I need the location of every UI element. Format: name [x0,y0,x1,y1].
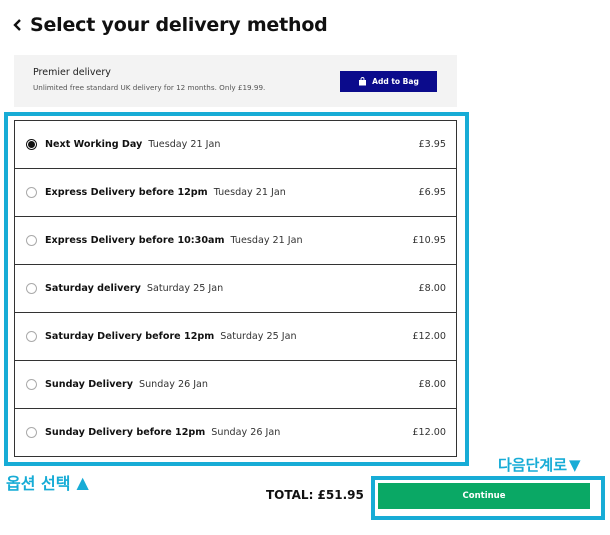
option-date: Tuesday 21 Jan [213,187,286,198]
chevron-left-icon[interactable] [10,12,24,38]
add-to-bag-button[interactable]: Add to Bag [340,71,437,92]
radio-button[interactable] [26,331,37,342]
delivery-option[interactable]: Express Delivery before 12pm Tuesday 21 J… [15,169,456,217]
option-date: Sunday 26 Jan [211,427,281,438]
option-price: £3.95 [418,139,446,150]
option-price: £8.00 [418,379,446,390]
option-price: £10.95 [412,235,446,246]
order-total: TOTAL: £51.95 [266,488,364,502]
triangle-down-icon: ▼ [569,455,581,474]
option-date: Tuesday 21 Jan [230,235,303,246]
option-price: £8.00 [418,283,446,294]
delivery-option[interactable]: Saturday Delivery before 12pm Saturday 25… [15,313,456,361]
radio-button[interactable] [26,379,37,390]
radio-button[interactable] [26,427,37,438]
option-price: £12.00 [412,331,446,342]
delivery-option[interactable]: Saturday delivery Saturday 25 Jan £8.00 [15,265,456,313]
delivery-option[interactable]: Express Delivery before 10:30am Tuesday 2… [15,217,456,265]
option-date: Sunday 26 Jan [139,379,209,390]
continue-button[interactable]: Continue [378,483,590,509]
option-name: Express Delivery before 10:30am [45,235,225,246]
select-option-text: 옵션 선택 [6,474,71,493]
option-name: Sunday Delivery before 12pm [45,427,206,438]
delivery-options-list: Next Working Day Tuesday 21 Jan £3.95 Expre… [14,120,457,457]
option-price: £12.00 [412,427,446,438]
option-date: Saturday 25 Jan [146,283,224,294]
option-name: Express Delivery before 12pm [45,187,208,198]
radio-button[interactable] [26,139,37,150]
option-name: Saturday Delivery before 12pm [45,331,215,342]
delivery-option[interactable]: Next Working Day Tuesday 21 Jan £3.95 [15,121,456,169]
option-date: Saturday 25 Jan [220,331,297,342]
delivery-option[interactable]: Sunday Delivery before 12pm Sunday 26 Jan… [15,409,456,456]
next-step-text: 다음단계로 [498,456,568,474]
option-date: Tuesday 21 Jan [148,139,221,150]
premier-delivery-banner: Premier delivery Unlimited free standard… [14,55,457,107]
add-to-bag-label: Add to Bag [372,77,419,86]
radio-button[interactable] [26,235,37,246]
page-header: Select your delivery method [10,12,328,38]
radio-button[interactable] [26,187,37,198]
option-name: Sunday Delivery [45,379,134,390]
premier-title: Premier delivery [33,67,111,78]
option-price: £6.95 [418,187,446,198]
next-step-annotation: 다음단계로 ▼ [498,454,581,475]
page-title: Select your delivery method [30,14,328,36]
option-name: Saturday delivery [45,283,141,294]
triangle-up-icon: ▲ [76,472,89,492]
select-option-annotation: 옵션 선택 ▲ [6,470,89,494]
radio-button[interactable] [26,283,37,294]
delivery-option[interactable]: Sunday Delivery Sunday 26 Jan £8.00 [15,361,456,409]
option-name: Next Working Day [45,139,143,150]
premier-description: Unlimited free standard UK delivery for … [33,83,266,92]
shopping-bag-icon [358,77,367,86]
